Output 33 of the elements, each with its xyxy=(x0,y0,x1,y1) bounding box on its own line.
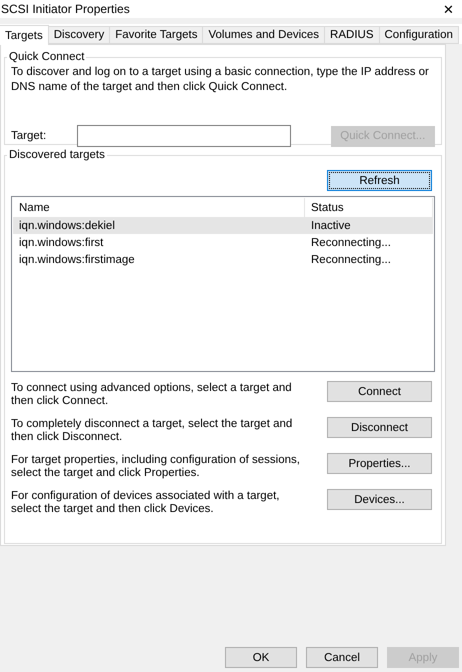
window-title: SCSI Initiator Properties xyxy=(1,2,130,16)
instruction-text: For target properties, including configuration of sessions, select the target and click Properties. xyxy=(11,453,301,480)
target-name: iqn.windows:firstimage xyxy=(18,254,136,266)
target-row[interactable]: iqn.windows:firstimage Reconnecting... xyxy=(13,251,433,268)
action-button[interactable]: Connect xyxy=(327,381,432,402)
refresh-button[interactable]: Refresh xyxy=(327,170,432,191)
tab[interactable]: Volumes and Devices xyxy=(202,26,326,44)
action-button[interactable]: Disconnect xyxy=(327,417,432,438)
action-button[interactable]: Properties... xyxy=(327,453,432,474)
target-row[interactable]: iqn.windows:dekiel Inactive xyxy=(13,217,433,234)
action-button[interactable]: Devices... xyxy=(327,489,432,510)
target-status: Reconnecting... xyxy=(310,236,392,248)
target-row[interactable]: iqn.windows:first Reconnecting... xyxy=(13,234,433,251)
tab[interactable]: Favorite Targets xyxy=(109,26,204,44)
instruction-text: To discover and log on to a target using a basic connection, type the IP address or DNS name of the target and then click Quick Connect. xyxy=(11,65,430,95)
instruction-text: To completely disconnect a target, select the target and then click Disconnect. xyxy=(11,417,294,444)
instruction-text: To connect using advanced options, select a target and then click Connect. xyxy=(11,381,293,408)
tab[interactable]: RADIUS xyxy=(324,26,380,44)
close-button[interactable]: ✕ xyxy=(441,2,456,16)
target-name: iqn.windows:first xyxy=(18,236,104,248)
target-status: Reconnecting... xyxy=(310,254,392,266)
field-label: Target: xyxy=(11,130,48,142)
tab[interactable]: Configuration xyxy=(378,26,459,44)
tab[interactable]: Discovery xyxy=(48,26,110,44)
target-field[interactable] xyxy=(76,125,291,147)
target-status: Inactive xyxy=(310,220,352,232)
dialog-button[interactable]: OK xyxy=(225,647,297,668)
instruction-text: For configuration of devices associated with a target, select the target and then click Devices. xyxy=(11,489,280,516)
group-title: Quick Connect xyxy=(8,51,86,63)
group-title: Discovered targets xyxy=(8,149,106,161)
dialog-button[interactable]: Cancel xyxy=(306,647,378,668)
target-name: iqn.windows:dekiel xyxy=(18,220,116,232)
tab[interactable]: Targets xyxy=(0,25,49,45)
